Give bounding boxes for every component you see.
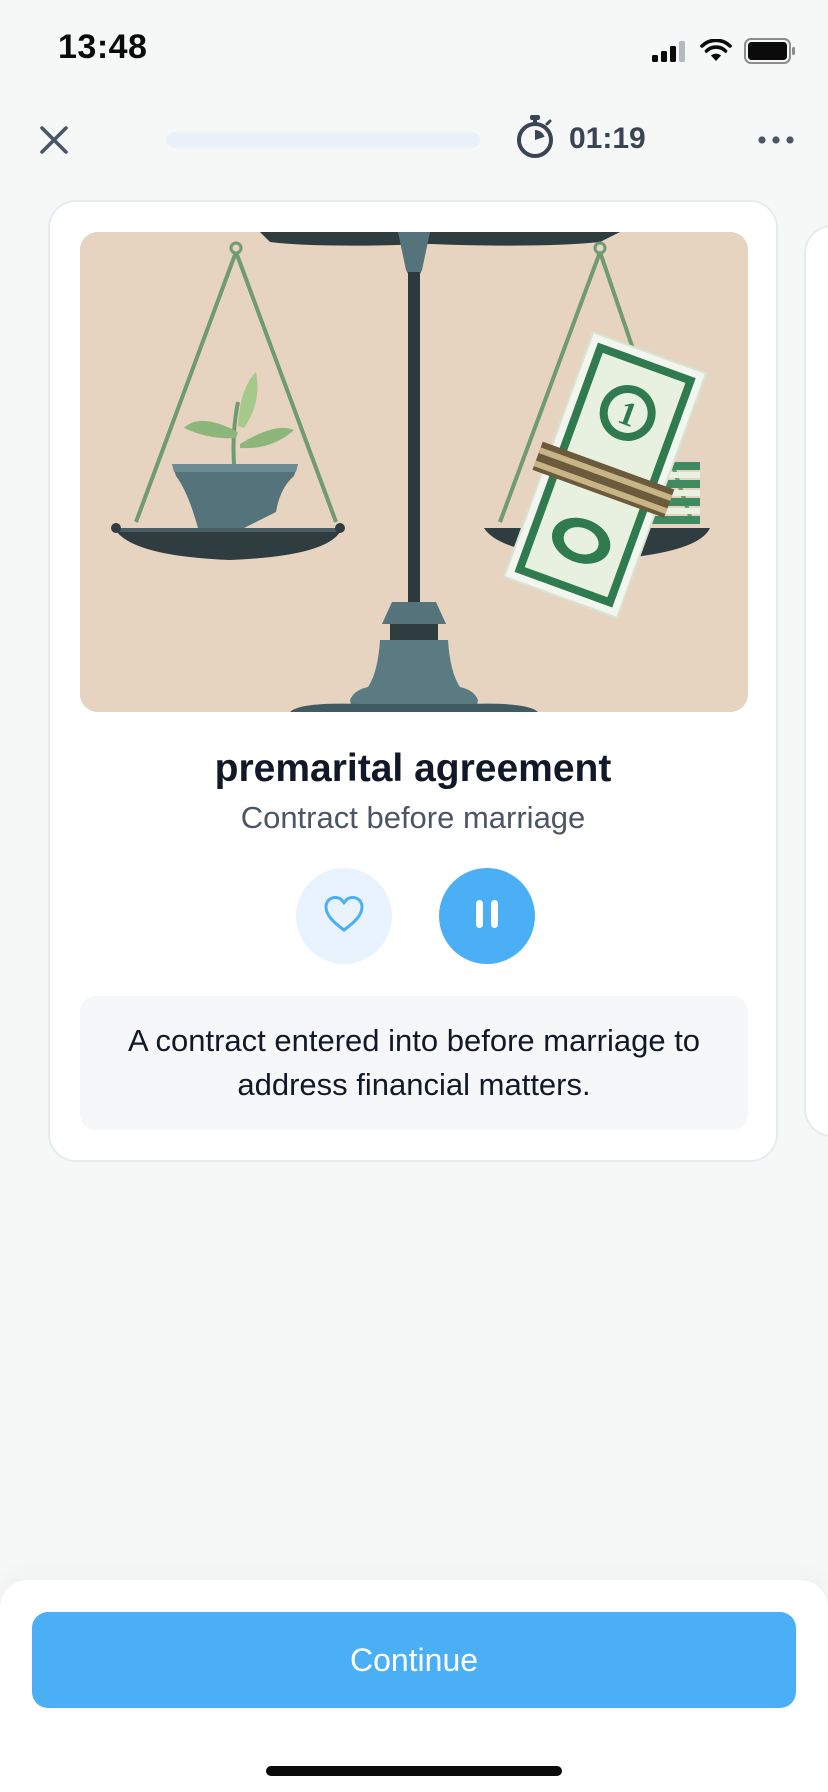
close-button[interactable]	[30, 118, 78, 166]
pause-icon	[473, 899, 501, 934]
next-card-peek	[804, 225, 828, 1137]
term-subtitle: Contract before marriage	[240, 800, 586, 835]
continue-button[interactable]: Continue	[32, 1612, 796, 1708]
bottom-action-area: Continue	[0, 1580, 828, 1792]
favorite-button[interactable]	[296, 868, 392, 964]
definition-box: A contract entered into before marriage …	[80, 996, 748, 1130]
term-illustration: 1	[80, 232, 748, 712]
battery-icon	[744, 38, 796, 69]
status-bar: 13:48	[0, 0, 828, 100]
timer-text: 01:19	[569, 121, 646, 155]
heart-icon	[323, 895, 365, 938]
close-icon	[38, 124, 70, 161]
flashcard: 1 premarital agreement Contract before m…	[48, 200, 778, 1162]
wifi-icon	[700, 38, 732, 68]
term-title: premarital agreement	[214, 747, 612, 790]
status-icons	[652, 38, 796, 69]
status-time: 13:48	[58, 28, 148, 66]
more-options-button[interactable]	[750, 120, 802, 160]
timer: 01:19	[515, 114, 646, 163]
progress-bar	[166, 132, 480, 148]
pause-audio-button[interactable]	[439, 868, 535, 964]
home-indicator	[266, 1766, 562, 1776]
more-horizontal-icon	[758, 131, 794, 149]
stopwatch-icon	[515, 114, 555, 163]
definition-text: A contract entered into before marriage …	[127, 1023, 701, 1102]
lesson-header: 01:19	[0, 100, 828, 180]
signal-icon	[652, 40, 688, 67]
